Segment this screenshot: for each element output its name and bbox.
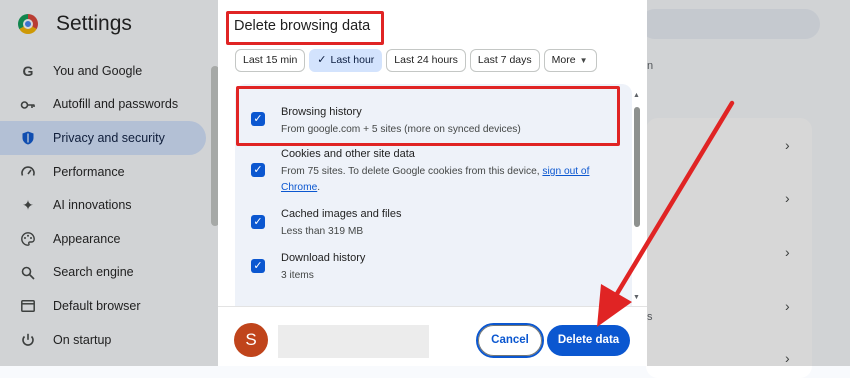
cancel-button[interactable]: Cancel [478, 325, 542, 356]
delete-data-button[interactable]: Delete data [547, 325, 630, 356]
time-range-selector: Last 15 min ✓ Last hour Last 24 hours Las… [235, 49, 598, 72]
time-range-last-hour[interactable]: ✓ Last hour [309, 49, 383, 72]
item-subtitle-text: . [317, 182, 321, 193]
dropdown-caret-icon: ▼ [579, 56, 588, 65]
dialog-scrollbar[interactable]: ▲ ▼ [632, 90, 642, 304]
chip-label: More [551, 54, 576, 66]
item-subtitle: From 75 sites. To delete Google cookies … [281, 164, 611, 196]
download-history-checkbox[interactable]: ✓ [251, 259, 265, 273]
time-range-last-15-min[interactable]: Last 15 min [235, 49, 306, 72]
cached-images-checkbox[interactable]: ✓ [251, 215, 265, 229]
delete-browsing-data-dialog: Delete browsing data Last 15 min ✓ Last h… [218, 0, 647, 366]
account-info-redacted [278, 325, 429, 358]
time-range-last-24-hours[interactable]: Last 24 hours [386, 49, 466, 72]
item-title: Cookies and other site data [281, 148, 415, 160]
item-title: Cached images and files [281, 208, 402, 220]
scroll-down-arrow-icon[interactable]: ▼ [633, 294, 640, 301]
scrollbar-thumb[interactable] [634, 107, 640, 227]
checkmark-icon: ✓ [317, 54, 327, 66]
chip-label: Last hour [330, 54, 375, 66]
item-subtitle: Less than 319 MB [281, 226, 364, 237]
annotation-highlight-browsing-history [236, 86, 620, 146]
item-title: Download history [281, 252, 366, 264]
annotation-highlight-title [226, 11, 384, 45]
time-range-more-dropdown[interactable]: More ▼ [543, 49, 598, 72]
chip-label: Last 7 days [477, 54, 532, 66]
account-avatar: S [234, 323, 268, 357]
time-range-last-7-days[interactable]: Last 7 days [469, 49, 540, 72]
cookies-checkbox[interactable]: ✓ [251, 163, 265, 177]
chip-label: Last 24 hours [394, 54, 458, 66]
scroll-up-arrow-icon[interactable]: ▲ [633, 92, 640, 99]
item-subtitle-text: From 75 sites. To delete Google cookies … [281, 166, 543, 177]
dialog-footer-divider [218, 306, 647, 307]
item-subtitle: 3 items [281, 270, 314, 281]
chip-label: Last 15 min [243, 54, 298, 66]
